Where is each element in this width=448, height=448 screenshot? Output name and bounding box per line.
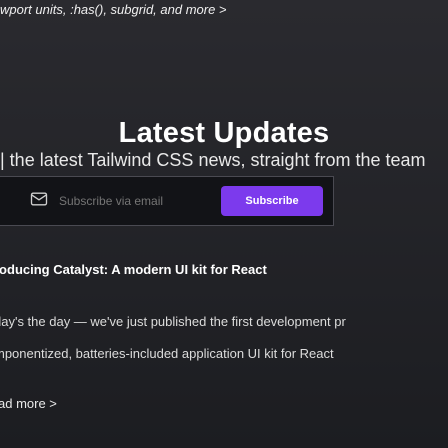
read-more-link[interactable]: ad more > <box>0 396 57 411</box>
mail-icon <box>3 189 59 214</box>
article-excerpt-line: day's the day — we've just published the… <box>0 314 346 329</box>
subscribe-button[interactable]: Subscribe <box>221 186 323 216</box>
announcement-link[interactable]: wport units, :has(), subgrid, and more > <box>0 2 448 17</box>
subscribe-form: Subscribe <box>0 176 334 226</box>
section-subheading: | the latest Tailwind CSS news, straight… <box>0 150 426 170</box>
email-field[interactable] <box>59 194 214 208</box>
section-heading: Latest Updates <box>118 117 330 150</box>
article-title[interactable]: roducing Catalyst: A modern UI kit for R… <box>0 262 448 277</box>
article-excerpt-line: mponentized, batteries-included applicat… <box>0 346 334 361</box>
email-input-wrapper[interactable] <box>3 183 214 219</box>
